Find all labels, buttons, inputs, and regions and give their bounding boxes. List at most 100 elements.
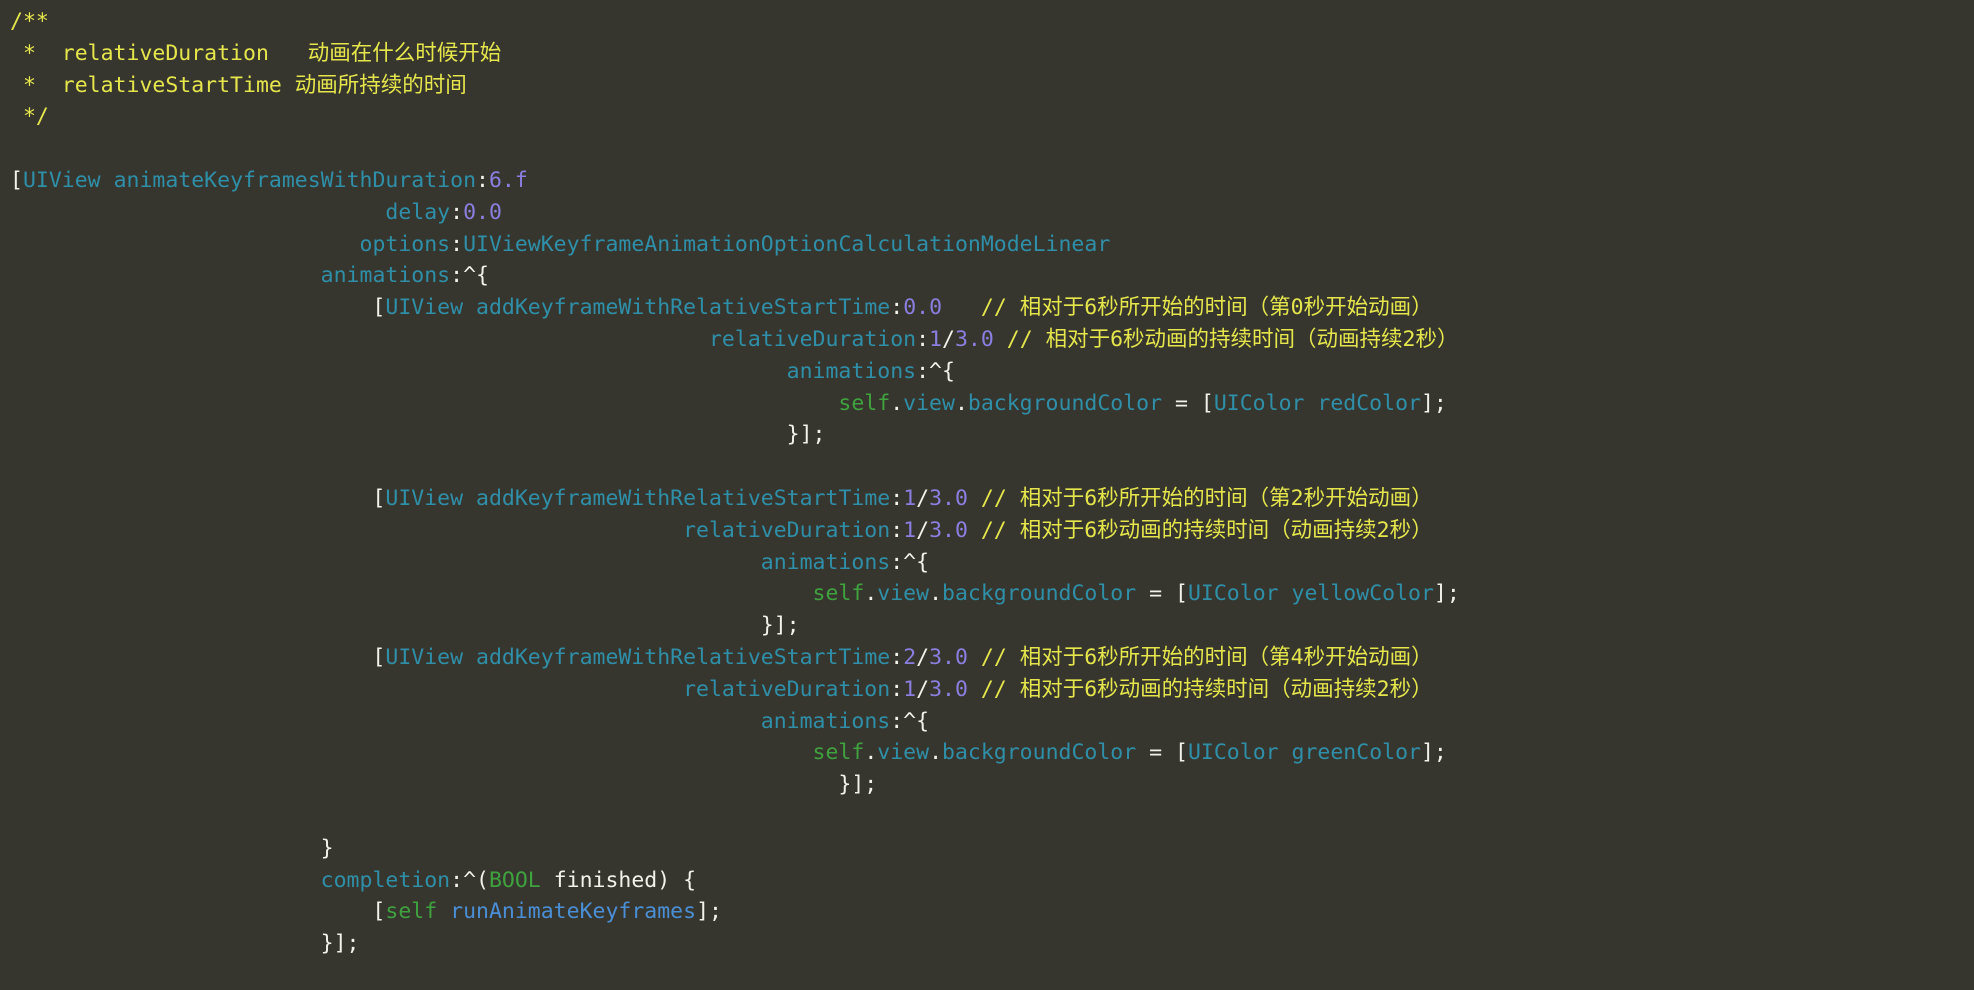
code-line[interactable]: * relativeStartTime 动画所持续的时间 [10, 70, 1974, 102]
code-token-plain: :^{ [450, 263, 489, 289]
code-line[interactable]: completion:^(BOOL finished) { [10, 865, 1974, 897]
code-token-plain: finished) { [540, 867, 697, 893]
code-line[interactable]: */ [10, 101, 1974, 133]
code-token-prop: backgroundColor [942, 581, 1137, 607]
code-token-plain: [ [10, 167, 23, 193]
code-token-plain: ]; [696, 899, 722, 925]
code-line[interactable]: ​ [10, 801, 1974, 833]
code-token-comment: // 相对于6秒动画的持续时间（动画持续2秒） [1006, 326, 1459, 352]
code-line[interactable]: /** [10, 6, 1974, 38]
code-line[interactable]: [UIView addKeyframeWithRelativeStartTime… [10, 483, 1974, 515]
code-token-type: UIView [385, 295, 464, 321]
code-token-plain: : [890, 517, 904, 543]
code-token-plain: }]; [10, 931, 360, 957]
code-token-type: UIView [385, 485, 464, 511]
code-token-plain: [ [10, 295, 386, 321]
code-token-comment: // 相对于6秒所开始的时间（第4秒开始动画） [980, 644, 1433, 670]
code-token-param: options [359, 231, 451, 257]
code-token-plain: ]; [1420, 740, 1447, 766]
code-line[interactable]: ​ [10, 133, 1974, 165]
code-line[interactable]: self.view.backgroundColor = [UIColor gre… [10, 737, 1974, 769]
code-line[interactable]: options:UIViewKeyframeAnimationOptionCal… [10, 229, 1974, 261]
code-token-type: UIView [22, 167, 101, 193]
code-line[interactable]: }]; [10, 769, 1974, 801]
code-token-type: UIViewKeyframeAnimationOptionCalculation… [463, 231, 1111, 257]
code-token-plain: . [890, 390, 904, 416]
code-token-prop: backgroundColor [967, 390, 1163, 416]
code-token-param: relativeDuration [683, 676, 891, 702]
code-token-num: 2 [903, 644, 917, 670]
code-line[interactable]: } [10, 833, 1974, 865]
code-token-plain: . [954, 390, 968, 416]
code-line[interactable]: relativeDuration:1/3.0 // 相对于6秒动画的持续时间（动… [10, 324, 1974, 356]
code-token-num: 6.f [488, 167, 528, 193]
code-line[interactable]: animations:^{ [10, 356, 1974, 388]
code-line[interactable]: [self runAnimateKeyframes]; [10, 896, 1974, 928]
code-line[interactable]: }]; [10, 610, 1974, 642]
code-token-plain: }]; [10, 772, 878, 798]
code-line[interactable]: self.view.backgroundColor = [UIColor yel… [10, 578, 1974, 610]
code-line[interactable]: [UIView addKeyframeWithRelativeStartTime… [10, 292, 1974, 324]
code-line[interactable]: ​ [10, 451, 1974, 483]
code-token-method: addKeyframeWithRelativeStartTime [476, 644, 891, 670]
code-line[interactable]: self.view.backgroundColor = [UIColor red… [10, 388, 1974, 420]
code-token-plain: . [929, 581, 943, 607]
code-token-method: animateKeyframesWithDuration [113, 167, 477, 193]
code-token-num: 1 [903, 517, 917, 543]
code-token-comment: * relativeStartTime 动画所持续的时间 [10, 72, 467, 98]
code-token-prop: view [877, 740, 930, 766]
code-editor[interactable]: /** * relativeDuration 动画在什么时候开始 * relat… [0, 0, 1974, 990]
code-line[interactable]: animations:^{ [10, 547, 1974, 579]
code-line[interactable]: animations:^{ [10, 706, 1974, 738]
code-token-plain: ]; [1433, 581, 1460, 607]
code-token-plain: [ [10, 485, 386, 511]
code-token-plain: }]; [10, 422, 826, 448]
code-token-self: self [385, 899, 438, 925]
code-token-comment: * relativeDuration 动画在什么时候开始 [10, 40, 502, 66]
code-line[interactable]: [UIView animateKeyframesWithDuration:6.f [10, 165, 1974, 197]
code-token-plain: : [890, 644, 904, 670]
code-line[interactable]: * relativeDuration 动画在什么时候开始 [10, 38, 1974, 70]
code-token-type: UIView [385, 644, 464, 670]
code-token-plain: . [929, 740, 943, 766]
code-token-plain: = [ [1162, 390, 1214, 416]
code-token-method: yellowColor [1291, 581, 1434, 607]
code-token-method: addKeyframeWithRelativeStartTime [476, 485, 891, 511]
code-token-prop: backgroundColor [942, 740, 1137, 766]
code-line[interactable]: relativeDuration:1/3.0 // 相对于6秒动画的持续时间（动… [10, 515, 1974, 547]
code-token-plain: [ [10, 899, 386, 925]
code-token-param: animations [760, 549, 891, 575]
code-line[interactable]: animations:^{ [10, 260, 1974, 292]
code-token-plain: = [ [1136, 581, 1188, 607]
code-token-plain: : [476, 167, 489, 193]
code-token-plain: : [890, 676, 904, 702]
code-token-num: 1 [903, 485, 917, 511]
code-token-plain: . [864, 740, 878, 766]
code-line[interactable]: }]; [10, 928, 1974, 960]
code-line[interactable]: relativeDuration:1/3.0 // 相对于6秒动画的持续时间（动… [10, 674, 1974, 706]
code-line[interactable]: }]; [10, 419, 1974, 451]
code-token-param: animations [320, 263, 451, 289]
code-line[interactable]: [UIView addKeyframeWithRelativeStartTime… [10, 642, 1974, 674]
code-token-plain: : [890, 485, 904, 511]
code-token-plain: : [916, 326, 930, 352]
code-token-comment: // 相对于6秒动画的持续时间（动画持续2秒） [980, 517, 1433, 543]
code-token-self: self [838, 390, 891, 416]
code-token-type: UIColor [1213, 390, 1305, 416]
code-line[interactable]: delay:0.0 [10, 197, 1974, 229]
